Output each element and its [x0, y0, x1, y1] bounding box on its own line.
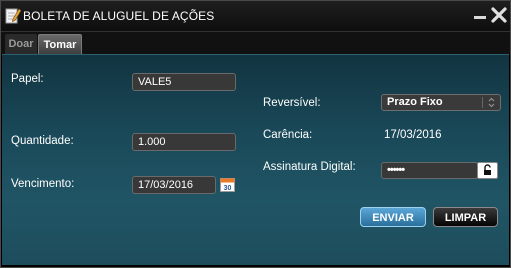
form-panel: Papel: VALE5 Quantidade: 1.000 Venciment…	[2, 54, 509, 265]
quantidade-label: Quantidade:	[11, 135, 74, 147]
window-title: BOLETA DE ALUGUEL DE AÇÕES	[23, 9, 215, 23]
papel-input[interactable]: VALE5	[132, 73, 236, 91]
vencimento-input[interactable]: 17/03/2016	[132, 176, 216, 194]
calendar-icon[interactable]: 30	[220, 177, 235, 192]
select-divider	[482, 97, 483, 108]
carencia-label: Carência:	[263, 129, 313, 141]
minimize-icon[interactable]	[471, 6, 489, 24]
vencimento-label: Vencimento:	[11, 178, 75, 190]
close-icon[interactable]	[490, 6, 508, 24]
reversivel-selected: Prazo Fixo	[387, 96, 443, 108]
updown-arrow-icon	[488, 97, 495, 108]
tab-doar[interactable]: Doar	[5, 34, 37, 54]
assinatura-label: Assinatura Digital:	[263, 161, 356, 173]
assinatura-input[interactable]: ••••••	[381, 162, 478, 179]
rental-ticket-window: BOLETA DE ALUGUEL DE AÇÕES Doar Tomar Pa…	[0, 0, 511, 268]
title-bar[interactable]: BOLETA DE ALUGUEL DE AÇÕES	[1, 1, 510, 32]
quantidade-input[interactable]: 1.000	[132, 133, 236, 151]
lock-icon	[484, 164, 491, 175]
tab-bar: Doar Tomar	[1, 32, 510, 55]
limpar-button[interactable]: LIMPAR	[433, 207, 498, 227]
virtual-keyboard-button[interactable]	[477, 162, 498, 179]
carencia-value: 17/03/2016	[384, 129, 442, 141]
reversivel-select[interactable]: Prazo Fixo	[381, 94, 501, 111]
enviar-button[interactable]: ENVIAR	[360, 207, 426, 227]
reversivel-label: Reversível:	[263, 97, 321, 109]
svg-text:30: 30	[224, 185, 232, 192]
papel-label: Papel:	[11, 73, 44, 85]
pencil-note-icon	[5, 8, 21, 24]
tab-tomar[interactable]: Tomar	[38, 34, 82, 55]
